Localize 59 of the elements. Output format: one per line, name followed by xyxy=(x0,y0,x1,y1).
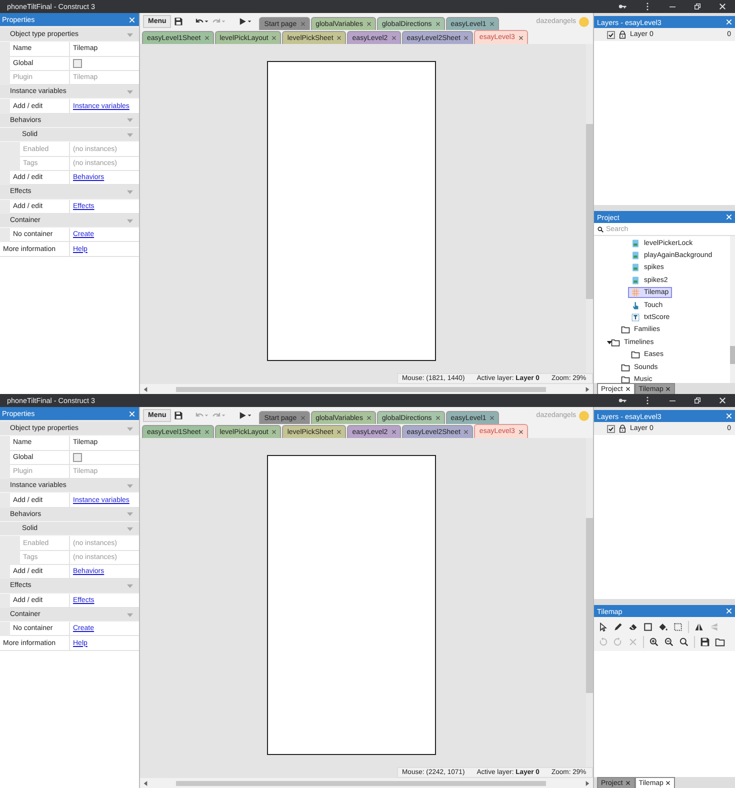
checkbox[interactable] xyxy=(607,424,615,432)
checkbox[interactable] xyxy=(73,58,82,68)
lock-icon[interactable] xyxy=(618,424,627,433)
play-icon xyxy=(238,17,248,26)
checkbox[interactable] xyxy=(73,452,82,462)
restore-icon[interactable] xyxy=(693,396,702,405)
scrollbar-thumb[interactable] xyxy=(586,124,593,299)
play-icon xyxy=(238,411,248,420)
tilemap-icon xyxy=(631,288,640,298)
pointer-tool-icon[interactable] xyxy=(598,622,608,632)
preview-button[interactable] xyxy=(238,17,252,26)
close-icon[interactable] xyxy=(624,386,631,392)
pencil-icon[interactable] xyxy=(613,622,623,632)
scrollbar-thumb[interactable] xyxy=(730,346,735,364)
zoom-in-icon[interactable] xyxy=(649,636,659,646)
expand-arrow-icon[interactable] xyxy=(606,338,613,346)
scrollbar-thumb[interactable] xyxy=(176,386,546,392)
caret-icon xyxy=(204,19,210,24)
lock-icon[interactable] xyxy=(618,30,627,39)
caret-icon xyxy=(247,413,252,418)
save-icon[interactable] xyxy=(174,411,184,420)
save-icon[interactable] xyxy=(700,636,710,646)
sprite-icon xyxy=(631,251,640,260)
caret-icon xyxy=(204,413,210,418)
sprite-icon xyxy=(631,238,640,248)
close-icon[interactable] xyxy=(665,780,672,786)
scroll-right-icon[interactable] xyxy=(585,780,590,786)
rectangle-tool-icon[interactable] xyxy=(643,622,653,632)
scroll-right-icon[interactable] xyxy=(585,386,590,392)
flip-horizontal-icon[interactable] xyxy=(694,622,704,632)
scroll-left-icon[interactable] xyxy=(143,780,148,786)
sprite-icon xyxy=(631,276,640,285)
caret-icon xyxy=(247,19,252,24)
close-icon[interactable] xyxy=(665,386,672,392)
preview-button[interactable] xyxy=(238,411,252,420)
key-icon[interactable] xyxy=(618,396,627,405)
zoom-icon[interactable] xyxy=(679,636,689,646)
scrollbar-thumb[interactable] xyxy=(176,780,546,786)
hand-icon xyxy=(631,300,640,310)
scrollbar[interactable] xyxy=(730,236,735,383)
caret-icon xyxy=(221,413,226,418)
scrollbar-thumb[interactable] xyxy=(586,518,593,693)
scrollbar[interactable] xyxy=(586,44,593,373)
sprite-icon xyxy=(631,263,640,272)
search-icon xyxy=(597,226,604,232)
scrollbar[interactable] xyxy=(586,438,593,767)
eraser-icon[interactable] xyxy=(628,622,638,632)
selection-tool-icon[interactable] xyxy=(673,622,683,632)
folder-icon[interactable] xyxy=(715,636,725,646)
save-icon[interactable] xyxy=(174,17,184,26)
key-icon[interactable] xyxy=(618,2,627,11)
checkbox[interactable] xyxy=(607,30,615,38)
text-object-icon xyxy=(631,313,640,322)
paint-bucket-icon[interactable] xyxy=(658,622,668,632)
zoom-out-icon[interactable] xyxy=(664,636,674,646)
caret-icon xyxy=(221,19,226,24)
restore-icon[interactable] xyxy=(693,2,702,11)
close-icon[interactable] xyxy=(624,780,631,786)
scroll-left-icon[interactable] xyxy=(143,386,148,392)
